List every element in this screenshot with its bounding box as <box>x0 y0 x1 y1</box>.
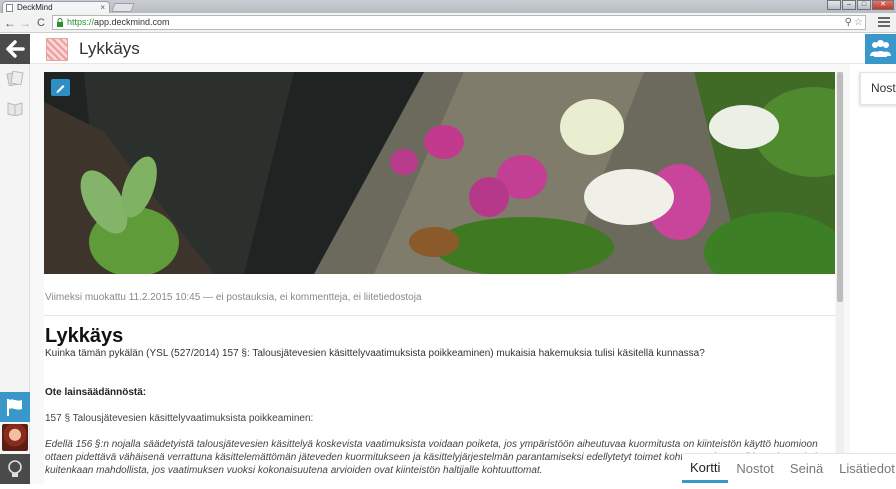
back-nav-icon[interactable]: ← <box>4 16 16 30</box>
card-content-area: Viimeksi muokattu 11.2.2015 10:45 — ei p… <box>30 64 850 484</box>
forward-nav-icon[interactable]: → <box>19 16 31 30</box>
lock-icon <box>57 18 63 27</box>
card-description: Kuinka tämän pykälän (YSL (527/2014) 157… <box>45 348 705 359</box>
pencil-icon <box>56 85 65 93</box>
window-user-icon[interactable] <box>827 0 841 10</box>
page-header: Lykkäys <box>30 34 865 64</box>
window-minimize-icon[interactable]: – <box>842 0 856 10</box>
tab-kortti[interactable]: Kortti <box>682 456 729 483</box>
browser-menu-icon[interactable] <box>878 17 890 29</box>
lightbulb-icon <box>8 460 22 477</box>
page-title: Lykkäys <box>79 39 140 58</box>
zoom-icon[interactable]: ⚲ <box>845 16 852 29</box>
cards-icon[interactable] <box>6 70 24 86</box>
arrow-left-icon <box>6 40 25 58</box>
bookmark-star-icon[interactable]: ☆ <box>854 16 863 29</box>
card-meta: Viimeksi muokattu 11.2.2015 10:45 — ei p… <box>45 292 422 303</box>
section-heading: Ote lainsäädännöstä: <box>45 387 147 398</box>
side-panel-tab-nostot[interactable]: Nost <box>860 72 896 105</box>
url-scheme: https:// <box>67 17 95 27</box>
bottom-tab-bar: Kortti Nostot Seinä Lisätiedot <box>682 453 896 484</box>
window-controls: – □ ✕ <box>827 0 894 10</box>
user-avatar[interactable] <box>2 424 28 451</box>
tab-lisatiedot[interactable]: Lisätiedot <box>831 457 896 481</box>
card: Viimeksi muokattu 11.2.2015 10:45 — ei p… <box>44 72 835 484</box>
scrollbar-thumb[interactable] <box>837 72 843 302</box>
browser-titlebar: DeckMind × – □ ✕ <box>0 0 896 14</box>
back-arrow-button[interactable] <box>0 34 30 64</box>
deck-thumbnail[interactable] <box>46 38 68 61</box>
left-rail <box>0 34 30 484</box>
flowers-photo <box>44 72 835 274</box>
flag-icon <box>7 399 22 416</box>
law-section-title: 157 § Talousjätevesien käsittelyvaatimuk… <box>45 413 314 424</box>
divider <box>44 315 835 316</box>
tab-nostot[interactable]: Nostot <box>728 457 782 481</box>
tab-seina[interactable]: Seinä <box>782 457 831 481</box>
flag-button[interactable] <box>0 392 30 422</box>
window-maximize-icon[interactable]: □ <box>857 0 871 10</box>
tab-close-icon[interactable]: × <box>100 2 105 13</box>
lightbulb-button[interactable] <box>0 454 30 484</box>
tab-title: DeckMind <box>17 3 53 12</box>
card-cover-image <box>44 72 835 274</box>
card-title: Lykkäys <box>45 325 124 347</box>
address-bar[interactable]: https://app.deckmind.com ⚲ ☆ <box>52 15 866 30</box>
reload-icon[interactable]: C <box>35 16 47 30</box>
window-close-icon[interactable]: ✕ <box>872 0 894 10</box>
edit-button[interactable] <box>51 79 70 96</box>
users-icon <box>870 39 891 57</box>
page-favicon-icon <box>6 4 13 12</box>
users-button[interactable] <box>865 34 896 64</box>
url-host: app.deckmind.com <box>94 17 170 27</box>
browser-toolbar: ← → C https://app.deckmind.com ⚲ ☆ <box>0 13 896 33</box>
book-icon[interactable] <box>6 100 24 116</box>
content-scrollbar[interactable] <box>836 72 844 482</box>
new-tab-button[interactable] <box>111 3 135 12</box>
